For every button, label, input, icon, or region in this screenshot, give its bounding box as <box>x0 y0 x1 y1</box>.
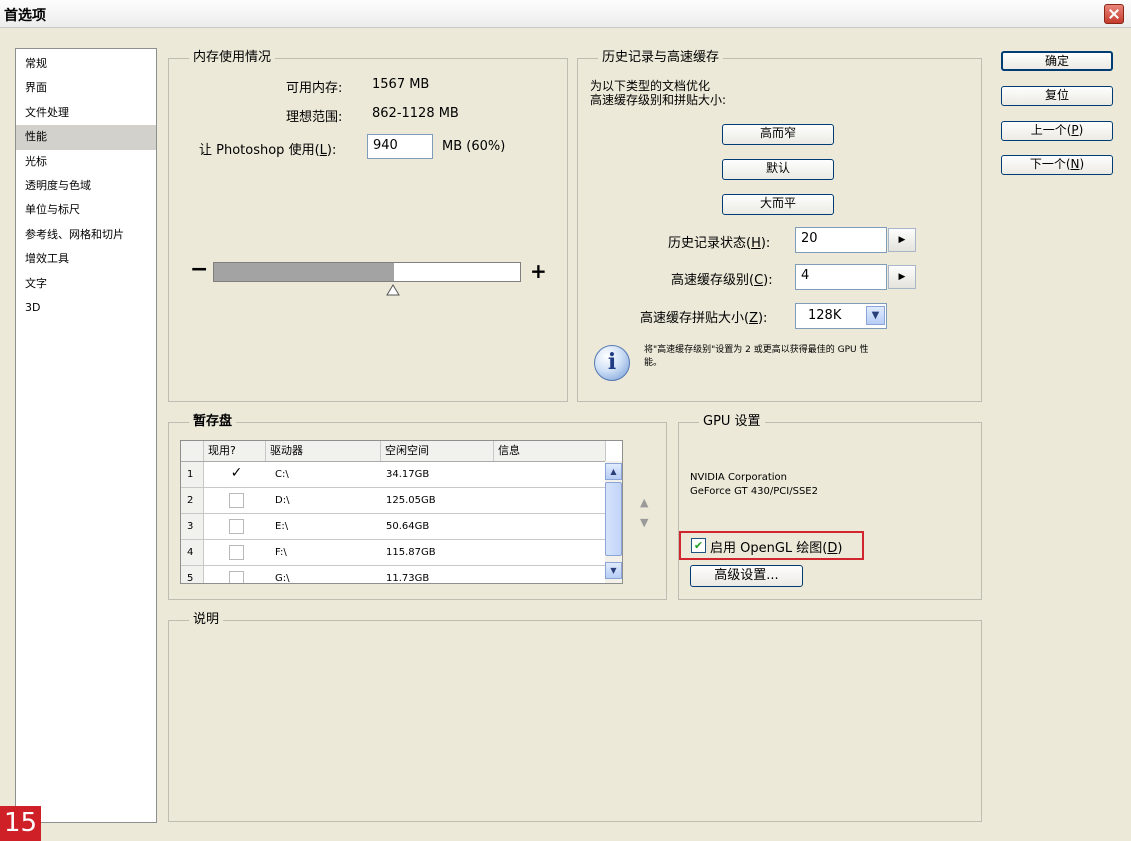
scratch-disks-legend: 暂存盘 <box>189 414 237 430</box>
sidebar-item-cursors[interactable]: 光标 <box>16 150 156 174</box>
title-bar: 首选项 <box>0 0 1131 28</box>
photoshop-use-label: 让 Photoshop 使用(L): <box>199 143 337 158</box>
column-header-free-space[interactable]: 空闲空间 <box>381 441 494 461</box>
drive-cell: E:\ <box>275 521 289 532</box>
available-memory-value: 1567 MB <box>372 77 430 92</box>
drive-cell: C:\ <box>275 469 289 480</box>
optimize-desc-line2: 高速缓存级别和拼贴大小: <box>590 93 727 107</box>
slider-plus-icon[interactable]: + <box>530 259 547 283</box>
drive-cell: G:\ <box>275 573 290 584</box>
active-checkbox[interactable] <box>229 571 244 583</box>
table-header: 现用? 驱动器 空闲空间 信息 <box>181 441 606 462</box>
gpu-tip-line1: 将"高速缓存级别"设置为 2 或更高以获得最佳的 GPU 性 <box>644 345 869 355</box>
table-row[interactable]: 1 ✓ C:\ 34.17GB <box>181 462 606 488</box>
gpu-settings-legend: GPU 设置 <box>699 414 765 430</box>
memory-usage-legend: 内存使用情况 <box>189 50 276 66</box>
sidebar-item-file-handling[interactable]: 文件处理 <box>16 101 156 125</box>
advanced-settings-button[interactable]: 高级设置... <box>690 565 803 587</box>
row-number: 2 <box>181 488 204 513</box>
sidebar-item-type[interactable]: 文字 <box>16 272 156 296</box>
window-title: 首选项 <box>4 8 46 24</box>
step-number-badge: 15 <box>0 806 41 841</box>
gpu-tip-line2: 能。 <box>644 358 663 368</box>
row-number: 3 <box>181 514 204 539</box>
memory-use-unit: MB (60%) <box>442 139 506 154</box>
scroll-thumb[interactable] <box>605 482 622 556</box>
memory-usage-group: 内存使用情况 <box>168 50 568 402</box>
tall-thin-button[interactable]: 高而窄 <box>722 124 834 145</box>
memory-use-input[interactable]: 940 <box>367 134 433 159</box>
free-space-cell: 11.73GB <box>386 573 430 584</box>
move-down-icon[interactable]: ▼ <box>640 516 648 529</box>
sidebar-item-general[interactable]: 常规 <box>16 52 156 76</box>
column-header-active[interactable]: 现用? <box>204 441 266 461</box>
move-up-icon[interactable]: ▲ <box>640 496 648 509</box>
opengl-checkbox[interactable]: ✔ <box>691 538 706 553</box>
cache-tile-size-value: 128K <box>808 308 842 323</box>
active-checkbox[interactable] <box>229 493 244 508</box>
reset-button[interactable]: 复位 <box>1001 86 1113 106</box>
slider-thumb-icon[interactable] <box>386 284 400 296</box>
cache-levels-label: 高速缓存级别(C): <box>671 273 773 288</box>
scratch-disk-table[interactable]: 现用? 驱动器 空闲空间 信息 1 ✓ C:\ 34.17GB 2 D:\ 12… <box>180 440 623 584</box>
ok-button[interactable]: 确定 <box>1001 51 1113 71</box>
active-checkbox[interactable] <box>229 519 244 534</box>
column-header-row-num <box>181 441 204 461</box>
active-checkbox[interactable] <box>229 545 244 560</box>
chevron-down-icon[interactable]: ▼ <box>866 306 885 325</box>
row-number: 4 <box>181 540 204 565</box>
drive-cell: D:\ <box>275 495 290 506</box>
table-scrollbar[interactable]: ▲ ▼ <box>605 461 622 583</box>
available-memory-label: 可用内存: <box>286 81 343 96</box>
table-row[interactable]: 5 G:\ 11.73GB <box>181 566 606 584</box>
cache-levels-arrow-icon[interactable]: ▶ <box>888 265 916 289</box>
cache-levels-input[interactable]: 4 <box>795 264 887 290</box>
next-button[interactable]: 下一个(N) <box>1001 155 1113 175</box>
description-legend: 说明 <box>189 612 224 628</box>
sidebar-item-guides-grid[interactable]: 参考线、网格和切片 <box>16 223 156 247</box>
category-list[interactable]: 常规 界面 文件处理 性能 光标 透明度与色域 单位与标尺 参考线、网格和切片 … <box>15 48 157 823</box>
close-button[interactable] <box>1104 4 1124 24</box>
ideal-range-value: 862-1128 MB <box>372 106 459 121</box>
history-states-label: 历史记录状态(H): <box>668 236 771 251</box>
free-space-cell: 34.17GB <box>386 469 430 480</box>
big-flat-button[interactable]: 大而平 <box>722 194 834 215</box>
cache-tile-size-select[interactable]: 128K ▼ <box>795 303 887 329</box>
ideal-range-label: 理想范围: <box>286 110 343 125</box>
row-number: 5 <box>181 566 204 583</box>
sidebar-item-transparency[interactable]: 透明度与色域 <box>16 174 156 198</box>
cache-tile-size-label: 高速缓存拼贴大小(Z): <box>640 311 768 326</box>
sidebar-item-interface[interactable]: 界面 <box>16 76 156 100</box>
sidebar-item-units-rulers[interactable]: 单位与标尺 <box>16 198 156 222</box>
table-row[interactable]: 3 E:\ 50.64GB <box>181 514 606 540</box>
table-row[interactable]: 4 F:\ 115.87GB <box>181 540 606 566</box>
free-space-cell: 50.64GB <box>386 521 430 532</box>
active-checkbox[interactable]: ✓ <box>229 466 244 482</box>
sidebar-item-plugins[interactable]: 增效工具 <box>16 247 156 271</box>
gpu-vendor: NVIDIA Corporation <box>690 472 788 483</box>
opengl-label[interactable]: 启用 OpenGL 绘图(D) <box>710 537 842 556</box>
row-number: 1 <box>181 462 204 487</box>
previous-button[interactable]: 上一个(P) <box>1001 121 1113 141</box>
sidebar-item-3d[interactable]: 3D <box>16 296 156 320</box>
gpu-model: GeForce GT 430/PCI/SSE2 <box>690 486 818 497</box>
column-header-drive[interactable]: 驱动器 <box>266 441 381 461</box>
scroll-down-icon[interactable]: ▼ <box>605 562 622 579</box>
memory-slider-fill <box>214 263 394 281</box>
slider-minus-icon[interactable]: − <box>190 257 208 282</box>
scroll-up-icon[interactable]: ▲ <box>605 463 622 480</box>
sidebar-item-performance[interactable]: 性能 <box>16 125 156 150</box>
free-space-cell: 115.87GB <box>386 547 436 558</box>
history-cache-legend: 历史记录与高速缓存 <box>598 50 724 66</box>
default-button[interactable]: 默认 <box>722 159 834 180</box>
memory-slider[interactable] <box>213 262 521 282</box>
history-states-arrow-icon[interactable]: ▶ <box>888 228 916 252</box>
table-row[interactable]: 2 D:\ 125.05GB <box>181 488 606 514</box>
history-states-input[interactable]: 20 <box>795 227 887 253</box>
description-group: 说明 <box>168 612 982 822</box>
info-icon: i <box>594 345 630 381</box>
drive-cell: F:\ <box>275 547 287 558</box>
free-space-cell: 125.05GB <box>386 495 436 506</box>
column-header-info[interactable]: 信息 <box>494 441 606 461</box>
